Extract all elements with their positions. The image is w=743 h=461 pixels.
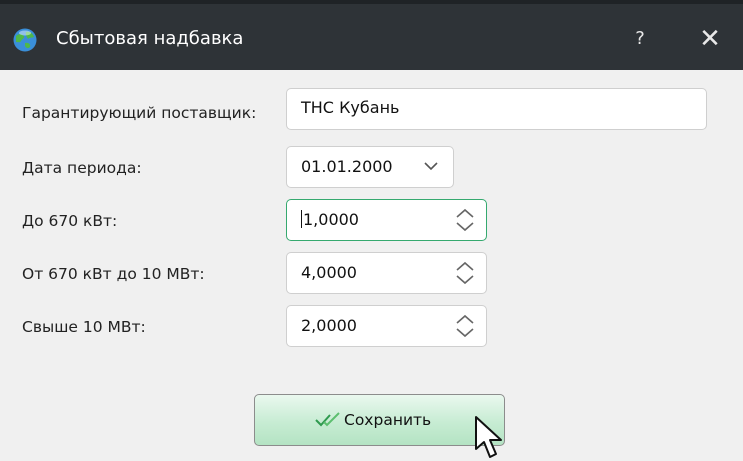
from670to10-label: От 670 кВт до 10 МВт:	[22, 265, 205, 283]
dialog-window: Сбытовая надбавка ? ✕ Гарантирующий пост…	[0, 0, 743, 461]
over10-value: 2,0000	[301, 316, 357, 335]
save-button[interactable]: Сохранить	[254, 394, 505, 446]
to670-value: 1,0000	[303, 210, 359, 229]
to670-label: До 670 кВт:	[22, 212, 118, 230]
save-button-label: Сохранить	[344, 411, 432, 429]
title-bar[interactable]: Сбытовая надбавка ? ✕	[0, 0, 743, 70]
period-label: Дата периода:	[22, 159, 142, 177]
over10-spinbox[interactable]: 2,0000	[286, 305, 487, 347]
spin-updown-icon[interactable]	[454, 207, 476, 233]
to670-spinbox[interactable]: 1,0000	[286, 199, 487, 241]
help-button[interactable]: ?	[625, 22, 655, 56]
close-button[interactable]: ✕	[693, 22, 727, 56]
window-title: Сбытовая надбавка	[56, 28, 244, 49]
supplier-field[interactable]: ТНС Кубань	[286, 88, 707, 130]
spin-updown-icon[interactable]	[454, 260, 476, 286]
chevron-down-icon[interactable]	[423, 160, 439, 172]
checkmark-icon	[315, 412, 340, 427]
from670to10-spinbox[interactable]: 4,0000	[286, 252, 487, 294]
supplier-value: ТНС Кубань	[301, 98, 400, 117]
over10-label: Свыше 10 МВт:	[22, 318, 146, 336]
mouse-pointer-icon	[475, 416, 502, 458]
period-value: 01.01.2000	[301, 157, 393, 176]
from670to10-value: 4,0000	[301, 263, 357, 282]
text-caret	[301, 210, 302, 228]
spin-updown-icon[interactable]	[454, 313, 476, 339]
supplier-label: Гарантирующий поставщик:	[22, 104, 257, 122]
period-date-select[interactable]: 01.01.2000	[286, 146, 454, 188]
globe-icon	[13, 28, 37, 52]
